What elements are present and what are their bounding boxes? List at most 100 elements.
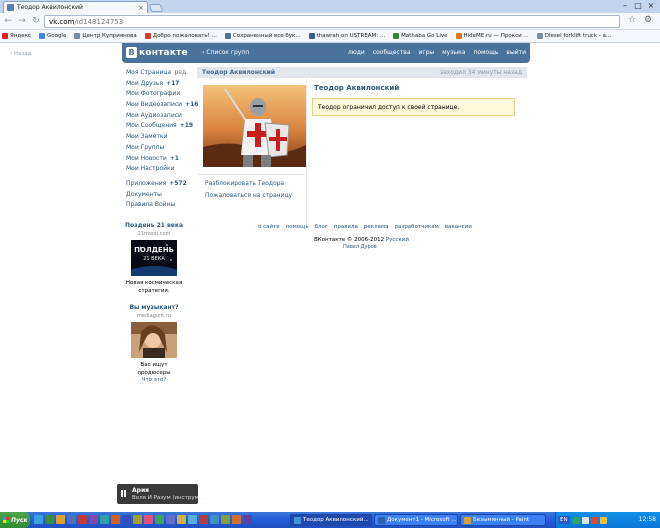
bookmark-item[interactable]: Центр Куприянова bbox=[74, 33, 137, 39]
address-bar[interactable]: vk.com/id148124753 bbox=[44, 15, 620, 28]
sidebar-item-count: +1 bbox=[169, 154, 179, 162]
bookmark-item[interactable]: Сохраненный все бук... bbox=[224, 33, 301, 39]
sidebar-item[interactable]: Мои Друзья +17 bbox=[126, 79, 188, 90]
bookmark-favicon-icon bbox=[308, 33, 315, 39]
sidebar-item[interactable]: Мои Настройки bbox=[126, 164, 188, 175]
bookmark-item[interactable]: Добро пожаловать! ... bbox=[144, 33, 217, 39]
reload-icon[interactable]: ↻ bbox=[30, 15, 42, 27]
footer-developers-link[interactable]: разработчикам bbox=[395, 224, 439, 230]
quick-launch-app-icon[interactable] bbox=[34, 515, 43, 524]
quick-launch-app-icon[interactable] bbox=[122, 515, 131, 524]
quick-launch-app-icon[interactable] bbox=[67, 515, 76, 524]
nav-communities[interactable]: сообщества bbox=[373, 49, 411, 56]
quick-launch-app-icon[interactable] bbox=[56, 515, 65, 524]
bookmark-favicon-icon bbox=[455, 33, 462, 39]
quick-launch-app-icon[interactable] bbox=[243, 515, 252, 524]
quick-launch-app-icon[interactable] bbox=[221, 515, 230, 524]
vk-favicon-icon bbox=[7, 4, 14, 11]
bookmark-item[interactable]: Diesel forklift truck - a... bbox=[536, 33, 611, 39]
sidebar-item[interactable]: Мои Фотографии bbox=[126, 89, 188, 100]
footer-author-link[interactable]: Павел Дуров bbox=[343, 244, 377, 250]
forward-arrow-icon[interactable]: → bbox=[16, 15, 28, 27]
footer-blog-link[interactable]: блог bbox=[315, 224, 328, 230]
quick-launch-app-icon[interactable] bbox=[133, 515, 142, 524]
sidebar-item[interactable]: Мои Заметки bbox=[126, 132, 188, 143]
bookmark-item[interactable]: Mathaba Go Live bbox=[393, 33, 448, 39]
bookmark-favicon-icon bbox=[38, 33, 45, 39]
tab-title: Теодор Аквилонский bbox=[17, 4, 83, 11]
nav-games[interactable]: игры bbox=[419, 49, 435, 56]
header-back-link[interactable]: ‹ Список групп bbox=[202, 49, 249, 56]
footer-links: о сайте помощь блог правила реклама разр… bbox=[258, 224, 472, 230]
wrench-menu-icon[interactable]: ⚙ bbox=[644, 15, 652, 25]
footer-rules-link[interactable]: правила bbox=[334, 224, 358, 230]
pause-icon[interactable] bbox=[121, 490, 127, 497]
footer-ads-link[interactable]: реклама bbox=[364, 224, 389, 230]
quick-launch-app-icon[interactable] bbox=[78, 515, 87, 524]
bookmark-item[interactable]: HideME.ru — Прокси ... bbox=[455, 33, 529, 39]
sidebar-item[interactable]: Мои Сообщения +19 bbox=[126, 121, 193, 132]
taskbar-window-button[interactable]: Безымянный - Paint bbox=[460, 514, 546, 526]
start-button[interactable]: Пуск bbox=[0, 512, 30, 528]
sidebar-edit-link[interactable]: ред. bbox=[174, 68, 188, 79]
nav-logout[interactable]: выйти bbox=[506, 49, 526, 56]
quick-launch-app-icon[interactable] bbox=[166, 515, 175, 524]
quick-launch-app-icon[interactable] bbox=[210, 515, 219, 524]
nav-people[interactable]: люди bbox=[348, 49, 365, 56]
report-page-link[interactable]: Пожаловаться на страницу bbox=[197, 187, 305, 199]
back-link[interactable]: ‹ Назад bbox=[10, 51, 32, 57]
new-tab-button[interactable] bbox=[148, 4, 164, 12]
taskbar-window-button[interactable]: Теодор Аквилонский... bbox=[290, 514, 372, 526]
maximize-icon[interactable]: □ bbox=[633, 1, 643, 11]
sidebar-item[interactable]: Мои Новости +1 bbox=[126, 154, 188, 165]
back-arrow-icon[interactable]: ← bbox=[2, 15, 14, 27]
bookmark-item[interactable]: thawrah on USTREAM: ... bbox=[308, 33, 385, 39]
sidebar-item[interactable]: Мои Аудиозаписи bbox=[126, 111, 188, 122]
quick-launch-app-icon[interactable] bbox=[155, 515, 164, 524]
profile-avatar[interactable] bbox=[203, 85, 306, 167]
sidebar-item[interactable]: Документы bbox=[126, 190, 188, 201]
quick-launch-app-icon[interactable] bbox=[100, 515, 109, 524]
nav-music[interactable]: музыка bbox=[442, 49, 465, 56]
ad-title[interactable]: Вы музыкант? bbox=[124, 304, 184, 311]
quick-launch-app-icon[interactable] bbox=[111, 515, 120, 524]
quick-launch-app-icon[interactable] bbox=[89, 515, 98, 524]
browser-tab[interactable]: Теодор Аквилонский × bbox=[3, 1, 148, 13]
sidebar-item[interactable]: Мои Группы bbox=[126, 143, 188, 154]
tab-close-icon[interactable]: × bbox=[138, 4, 144, 12]
bookmark-item[interactable]: Яндекс bbox=[2, 33, 31, 39]
media-notification[interactable]: Ария Воля И Разум (инструм... bbox=[117, 484, 204, 504]
footer-help-link[interactable]: помощь bbox=[286, 224, 309, 230]
ad-title[interactable]: Поздень 21 века bbox=[124, 222, 184, 229]
quick-launch-app-icon[interactable] bbox=[45, 515, 54, 524]
sidebar-item[interactable]: Моя Страница ред. bbox=[126, 68, 188, 79]
quick-launch-app-icon[interactable] bbox=[177, 515, 186, 524]
nav-help[interactable]: помощь bbox=[473, 49, 498, 56]
footer-about-link[interactable]: о сайте bbox=[258, 224, 280, 230]
quick-launch-app-icon[interactable] bbox=[188, 515, 197, 524]
ad-block-game[interactable]: Поздень 21 века 21moon.com ПОЛДЕНЬ 21 ВЕ… bbox=[120, 222, 188, 295]
sidebar-item[interactable]: Мои Видеозаписи +16 bbox=[126, 100, 198, 111]
bookmark-label: HideME.ru — Прокси ... bbox=[463, 33, 529, 39]
quick-launch-app-icon[interactable] bbox=[144, 515, 153, 524]
ad-image-game[interactable]: ПОЛДЕНЬ 21 ВЕКА bbox=[120, 240, 188, 294]
close-window-icon[interactable]: × bbox=[646, 1, 656, 11]
bookmark-label: Добро пожаловать! ... bbox=[152, 33, 217, 39]
minimize-icon[interactable]: – bbox=[620, 1, 630, 11]
footer-jobs-link[interactable]: вакансии bbox=[445, 224, 472, 230]
taskbar-window-button[interactable]: Документ1 - Microsoft ... bbox=[374, 514, 458, 526]
bookmark-item[interactable]: Google bbox=[38, 33, 66, 39]
what-is-this-link[interactable]: Что это? bbox=[124, 377, 184, 383]
vk-logo[interactable]: В контакте bbox=[126, 47, 188, 58]
sidebar-item[interactable]: Приложения +572 bbox=[126, 179, 188, 190]
unblock-user-link[interactable]: Разблокировать Теодора bbox=[197, 175, 305, 187]
language-link[interactable]: Русский bbox=[386, 237, 409, 243]
quick-launch-app-icon[interactable] bbox=[232, 515, 241, 524]
bookmark-favicon-icon bbox=[536, 33, 543, 39]
quick-launch-app-icon[interactable] bbox=[199, 515, 208, 524]
ad-image-music[interactable] bbox=[131, 322, 177, 358]
ad-block-music[interactable]: Вы музыкант? mediagunt.ru Вас ищут продю… bbox=[124, 304, 184, 377]
bookmark-star-icon[interactable]: ☆ bbox=[628, 15, 636, 25]
sidebar-item[interactable]: Правила Войны bbox=[126, 200, 188, 211]
input-language[interactable]: EN bbox=[558, 516, 570, 524]
